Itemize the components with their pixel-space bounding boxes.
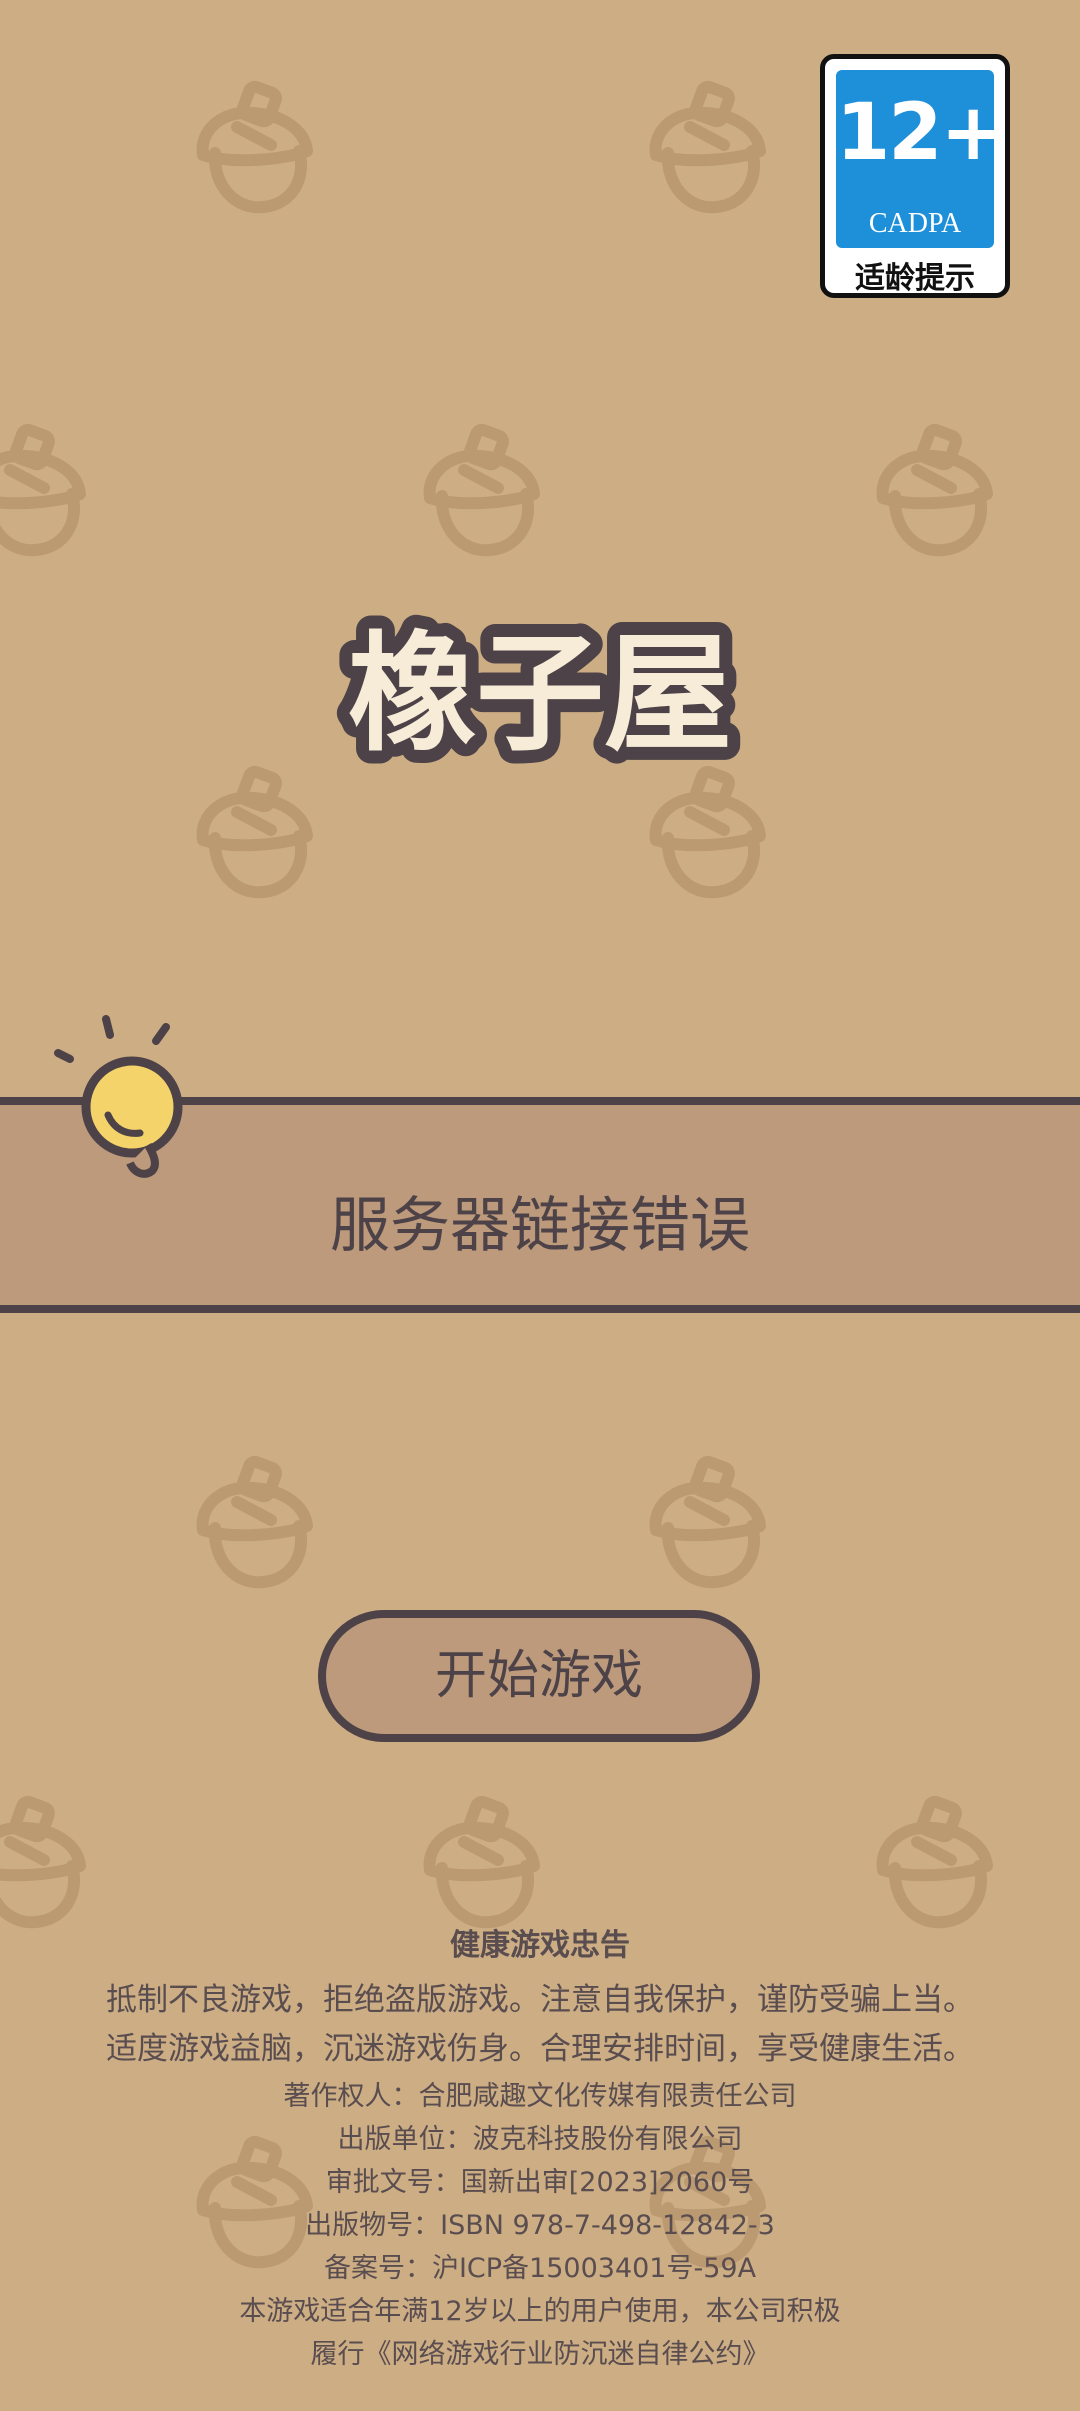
- age-rating-number: 12+: [836, 88, 1006, 178]
- health-advice-line-1: 抵制不良游戏，拒绝盗版游戏。注意自我保护，谨防受骗上当。: [106, 1982, 974, 2018]
- icp-record: 备案号：沪ICP备15003401号-59A: [323, 2253, 757, 2284]
- game-title: 橡子屋: [348, 620, 732, 769]
- health-advice-line-2: 适度游戏益脑，沉迷游戏伤身。合理安排时间，享受健康生活。: [106, 2031, 974, 2067]
- age-rating-org: CADPA: [868, 208, 962, 239]
- light-bulb-icon: [54, 1015, 183, 1178]
- health-advice-title: 健康游戏忠告: [450, 1928, 630, 1963]
- age-rating-label: 适龄提示: [855, 261, 975, 296]
- acorn-pattern-icon: [0, 418, 98, 568]
- age-rating-badge: 12+ CADPA 适龄提示: [820, 54, 1010, 298]
- start-game-button[interactable]: 开始游戏: [318, 1610, 760, 1742]
- acorn-pattern-icon: [175, 1450, 325, 1600]
- publisher: 出版单位：波克科技股份有限公司: [337, 2124, 743, 2155]
- age-note-line-1: 本游戏适合年满12岁以上的用户使用，本公司积极: [239, 2296, 841, 2327]
- acorn-pattern-icon: [0, 1790, 98, 1940]
- age-note-line-2: 履行《网络游戏行业防沉迷自律公约》: [310, 2339, 770, 2370]
- acorn-pattern-icon: [402, 418, 552, 568]
- error-message: 服务器链接错误: [330, 1191, 750, 1261]
- acorn-pattern-icon: [402, 1790, 552, 1940]
- approval-number: 审批文号：国新出审[2023]2060号: [325, 2167, 755, 2198]
- game-logo: 橡子屋: [335, 607, 745, 782]
- age-rating-badge-panel: 12+ CADPA: [836, 70, 1006, 248]
- copyright-holder: 著作权人：合肥咸趣文化传媒有限责任公司: [283, 2081, 797, 2112]
- acorn-pattern-icon: [855, 418, 1005, 568]
- acorn-pattern-icon: [628, 75, 778, 225]
- acorn-pattern-icon: [855, 1790, 1005, 1940]
- acorn-pattern-icon: [628, 1450, 778, 1600]
- acorn-pattern-icon: [175, 75, 325, 225]
- isbn-number: 出版物号：ISBN 978-7-498-12842-3: [305, 2210, 775, 2241]
